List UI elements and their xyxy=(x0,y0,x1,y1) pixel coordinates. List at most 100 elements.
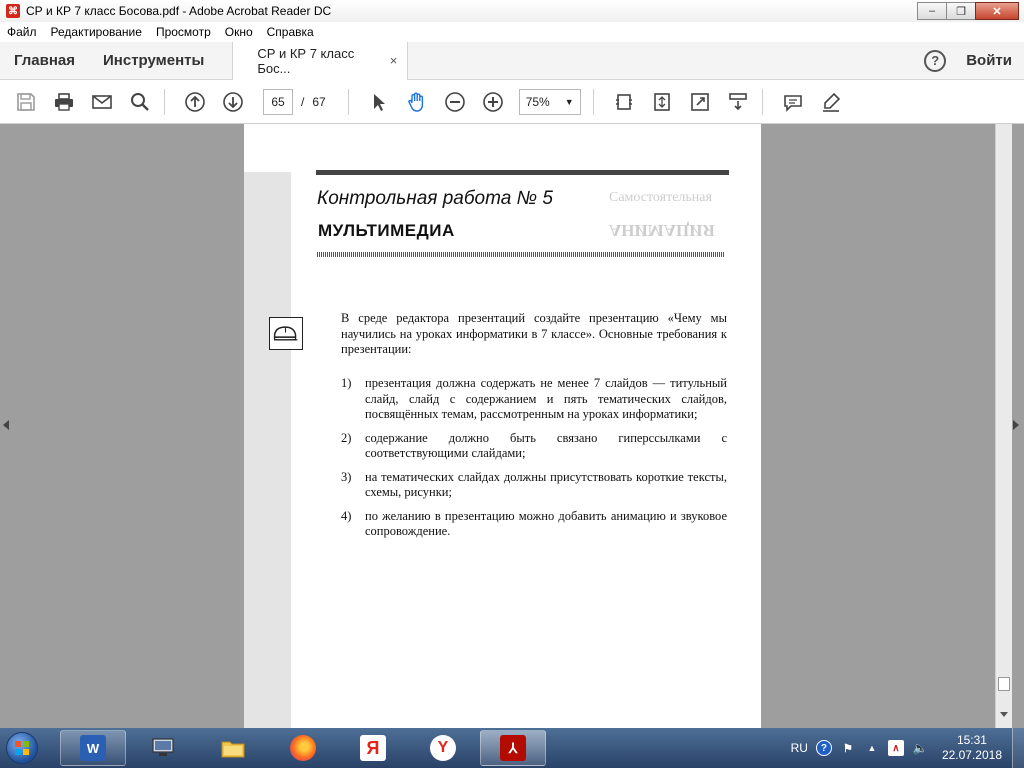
acrobat-app-icon: ⌘ xyxy=(6,4,20,18)
menu-view[interactable]: Просмотр xyxy=(149,25,218,39)
right-panel-toggle-icon[interactable] xyxy=(1013,420,1019,430)
list-number: 1) xyxy=(341,376,352,390)
tab-home[interactable]: Главная xyxy=(0,42,89,80)
chevron-up-icon[interactable]: ▲ xyxy=(864,740,880,756)
show-desktop-button[interactable] xyxy=(1012,728,1024,768)
close-button[interactable]: ✕ xyxy=(975,2,1019,20)
comment-icon xyxy=(783,94,802,112)
signin-button[interactable]: Войти xyxy=(966,52,1012,69)
cursor-arrow-icon xyxy=(373,93,385,111)
main-toolbar: 65 / 67 75% ▼ xyxy=(0,80,1024,124)
start-button[interactable] xyxy=(0,728,44,768)
list-item: 4) по желанию в презентацию можно добави… xyxy=(341,509,727,540)
clock[interactable]: 15:31 22.07.2018 xyxy=(942,733,1002,763)
envelope-icon xyxy=(92,94,112,109)
page-number-input[interactable]: 65 xyxy=(263,88,293,115)
scrollbar-thumb[interactable] xyxy=(998,677,1010,691)
list-text: презентация должна содержать не менее 7 … xyxy=(365,376,727,421)
list-item: 1) презентация должна содержать не менее… xyxy=(341,376,727,423)
menu-file[interactable]: Файл xyxy=(0,25,44,39)
clock-date: 22.07.2018 xyxy=(941,748,1002,762)
taskbar-yandex-browser[interactable]: Y xyxy=(410,730,476,766)
taskbar-word[interactable]: W xyxy=(60,730,126,766)
toolbar-separator xyxy=(347,88,349,115)
list-text: по желанию в презентацию можно добавить … xyxy=(365,508,727,539)
left-panel-toggle-icon[interactable] xyxy=(3,420,9,430)
window-titlebar[interactable]: ⌘ СР и КР 7 класс Босова.pdf - Adobe Acr… xyxy=(0,0,1024,22)
tab-document[interactable]: СР и КР 7 класс Бос... × xyxy=(232,41,409,80)
volume-icon[interactable]: 🔈 xyxy=(912,740,928,756)
vertical-scrollbar[interactable] xyxy=(995,124,1012,728)
next-page-button[interactable] xyxy=(217,86,249,118)
page-margin-band xyxy=(244,172,291,728)
save-button[interactable] xyxy=(10,86,42,118)
scroll-mode-button[interactable] xyxy=(722,86,754,118)
maximize-button[interactable]: ❐ xyxy=(946,2,976,20)
list-item: 3) на тематических слайдах должны присут… xyxy=(341,470,727,501)
yandex-icon: Я xyxy=(360,735,386,761)
search-icon xyxy=(131,92,149,111)
hand-tool-button[interactable] xyxy=(401,86,433,118)
search-button[interactable] xyxy=(124,86,156,118)
language-indicator[interactable]: RU xyxy=(791,741,808,755)
hand-icon xyxy=(408,92,423,112)
scroll-down-arrow-icon[interactable] xyxy=(1000,712,1008,717)
page-top-rule xyxy=(316,170,729,175)
yandex-browser-icon: Y xyxy=(430,735,456,761)
page-separator: / xyxy=(301,94,305,109)
section-title: Контрольная работа № 5 xyxy=(317,188,553,209)
tabs-bar: Главная Инструменты СР и КР 7 класс Бос.… xyxy=(0,41,1024,80)
minimize-button[interactable]: – xyxy=(917,2,947,20)
document-viewport[interactable]: Самостоятельная АНИМАЦИЯ Контрольная раб… xyxy=(0,124,1024,728)
close-tab-icon[interactable]: × xyxy=(390,53,398,68)
comment-button[interactable] xyxy=(777,86,809,118)
zoom-in-button[interactable] xyxy=(477,86,509,118)
windows-taskbar: W Я Y ⅄ RU ? ⚑ ▲ ∧ 🔈 15:31 22.07.2018 xyxy=(0,728,1024,768)
bleedthrough-text: Самостоятельная xyxy=(609,190,712,205)
task-intro: В среде редактора презентаций создайте п… xyxy=(341,311,727,356)
taskbar-computer[interactable] xyxy=(130,730,196,766)
flag-icon[interactable]: ⚑ xyxy=(840,740,856,756)
bleedthrough-text: АНИМАЦИЯ xyxy=(609,221,715,240)
select-tool-button[interactable] xyxy=(363,86,395,118)
minus-circle-icon xyxy=(444,91,465,112)
menu-help[interactable]: Справка xyxy=(260,25,321,39)
menu-edit[interactable]: Редактирование xyxy=(44,25,149,39)
expand-icon xyxy=(690,92,709,111)
taskbar-acrobat[interactable]: ⅄ xyxy=(480,730,546,766)
taskbar-firefox[interactable] xyxy=(270,730,336,766)
folder-icon xyxy=(220,735,246,761)
zoom-out-button[interactable] xyxy=(439,86,471,118)
list-text: содержание должно быть связано гиперссыл… xyxy=(365,430,727,461)
list-number: 3) xyxy=(341,469,352,484)
acrobat-tray-icon[interactable]: ∧ xyxy=(887,740,904,756)
arrow-up-circle-icon xyxy=(185,91,205,112)
full-screen-button[interactable] xyxy=(684,86,716,118)
pdf-page: Самостоятельная АНИМАЦИЯ Контрольная раб… xyxy=(244,124,761,728)
page-total: 67 xyxy=(312,94,326,109)
zoom-value: 75% xyxy=(525,94,550,109)
zoom-select[interactable]: 75% ▼ xyxy=(518,88,581,115)
taskbar-explorer[interactable] xyxy=(200,730,266,766)
help-icon[interactable]: ? xyxy=(924,49,947,72)
section-heading: МУЛЬТИМЕДИА xyxy=(318,221,455,240)
windows-logo-icon xyxy=(6,732,38,764)
help-tray-icon[interactable]: ? xyxy=(815,740,832,756)
list-text: на тематических слайдах должны присутств… xyxy=(365,469,727,500)
page-display-button[interactable] xyxy=(608,86,640,118)
tab-tools[interactable]: Инструменты xyxy=(89,42,218,80)
acrobat-icon: ⅄ xyxy=(500,735,526,761)
printer-icon xyxy=(55,92,73,111)
fit-page-button[interactable] xyxy=(646,86,678,118)
computer-task-mouse-icon xyxy=(269,317,303,350)
highlighter-pen-icon xyxy=(822,92,840,112)
highlight-button[interactable] xyxy=(815,86,847,118)
menu-window[interactable]: Окно xyxy=(218,25,260,39)
taskbar-yandex[interactable]: Я xyxy=(340,730,406,766)
single-page-icon xyxy=(615,93,632,110)
print-button[interactable] xyxy=(48,86,80,118)
previous-page-button[interactable] xyxy=(179,86,211,118)
email-button[interactable] xyxy=(86,86,118,118)
scroll-down-icon xyxy=(728,92,747,110)
system-tray: RU ? ⚑ ▲ ∧ 🔈 15:31 22.07.2018 xyxy=(791,728,1024,768)
